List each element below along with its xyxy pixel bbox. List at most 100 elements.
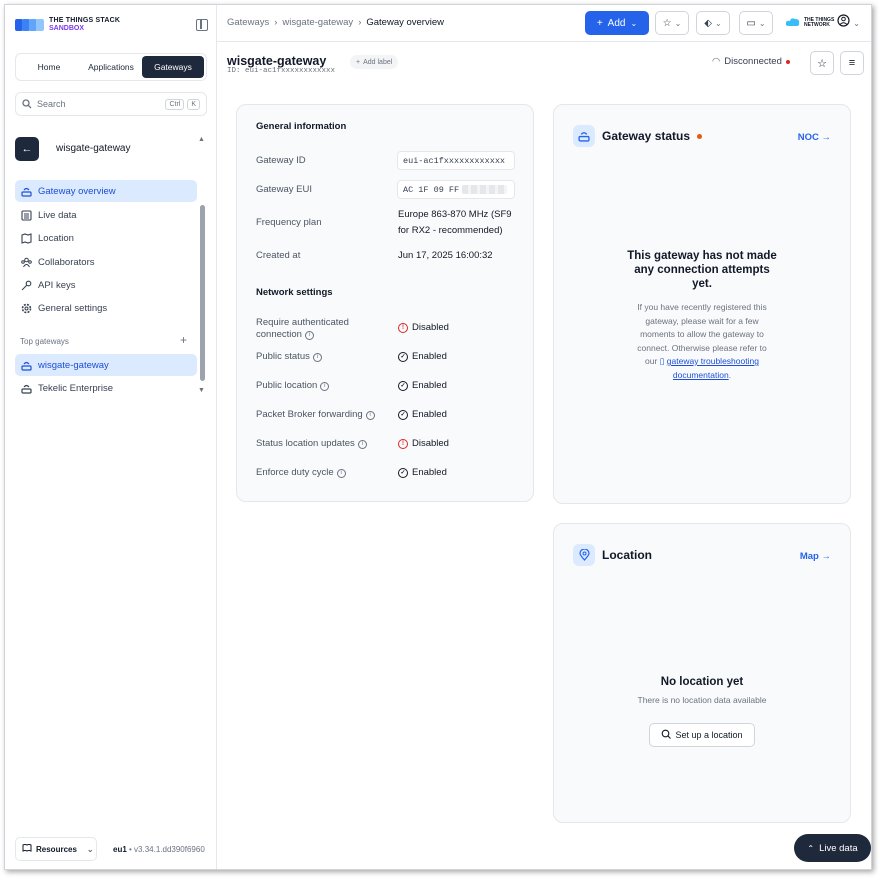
sidebar-item-live-data[interactable]: Live data xyxy=(15,204,197,226)
star-button[interactable]: ☆ xyxy=(810,51,834,75)
tab-applications[interactable]: Applications xyxy=(80,56,142,78)
inbox-button[interactable]: ▭ ⌄ xyxy=(739,11,773,35)
sidebar-item-collaborators[interactable]: Collaborators xyxy=(15,251,197,273)
user-avatar-icon xyxy=(837,14,850,32)
general-info-title: General information xyxy=(256,121,347,132)
search-input[interactable]: Search Ctrl K xyxy=(15,92,207,116)
general-info-card: General information Gateway ID eui-ac1fx… xyxy=(236,104,534,502)
version-label: v3.34.1.dd390f6960 xyxy=(134,845,205,854)
net-row-status: ✓ Enabled xyxy=(398,409,447,420)
no-location-title: No location yet xyxy=(660,676,744,688)
net-status-text: Enabled xyxy=(412,409,447,420)
gateway-id-value[interactable]: eui-ac1fxxxxxxxxxxxx xyxy=(397,151,515,170)
location-card: Location Map → No location yet There is … xyxy=(553,523,851,823)
add-label-button[interactable]: + Add label xyxy=(350,55,399,69)
sidebar-scrollbar[interactable] xyxy=(200,205,205,381)
sidebar-item-location[interactable]: Location xyxy=(15,227,197,249)
live-data-button[interactable]: ⌃ Live data xyxy=(794,834,871,862)
documentation-link[interactable]: documentation xyxy=(673,370,729,380)
created-at-label: Created at xyxy=(256,250,301,261)
sidebar-collapse-icon[interactable] xyxy=(196,19,208,31)
net-row-label: Public status i xyxy=(256,351,322,363)
help-line: gateway, please wait for a few xyxy=(645,315,759,326)
sidebar-item-general-settings[interactable]: General settings xyxy=(15,297,197,319)
menu-button[interactable]: ≡ xyxy=(840,51,864,75)
net-status-text: Enabled xyxy=(412,351,447,362)
add-top-gateway-icon[interactable]: + xyxy=(180,333,187,347)
sidebar-item-gateway-overview[interactable]: Gateway overview xyxy=(15,180,197,202)
top-bar: Gateways › wisgate-gateway › Gateway ove… xyxy=(217,5,871,42)
gateway-eui-value[interactable]: AC 1F 09 FF xyxy=(397,180,515,199)
network-settings-title: Network settings xyxy=(256,287,333,298)
kbd-k: K xyxy=(187,98,200,110)
chevron-down-icon: ⌄ xyxy=(853,18,860,28)
net-label-line2: connection xyxy=(256,329,302,340)
setup-location-button[interactable]: Set up a location xyxy=(649,723,755,747)
gateway-eui-text: AC 1F 09 FF xyxy=(403,184,460,195)
check-icon: ✓ xyxy=(398,467,408,478)
info-icon[interactable]: i xyxy=(357,439,367,449)
help-line: connect. Otherwise please refer to xyxy=(637,342,767,353)
scroll-up-icon[interactable]: ▲ xyxy=(198,136,205,143)
plus-icon: + xyxy=(356,58,361,66)
back-button[interactable]: ← xyxy=(15,137,39,161)
sidebar-item-api-keys[interactable]: API keys xyxy=(15,274,197,296)
location-search-icon xyxy=(661,729,672,741)
map-link[interactable]: Map → xyxy=(800,551,831,562)
sidebar-item-top-gateway[interactable]: Tekelic Enterprise xyxy=(15,377,197,399)
sidebar-item-label: API keys xyxy=(38,279,76,291)
chevron-right-icon: › xyxy=(274,17,278,28)
info-icon[interactable]: i xyxy=(320,381,330,391)
net-label-line1: Public location xyxy=(256,380,318,391)
troubleshooting-link[interactable]: gateway troubleshooting xyxy=(667,356,759,366)
key-icon xyxy=(21,280,32,291)
router-icon xyxy=(573,125,595,147)
map-icon xyxy=(21,232,32,244)
info-icon[interactable]: i xyxy=(304,330,314,340)
frequency-plan-value: Europe 863-870 MHz (SF9 for RX2 - recomme… xyxy=(398,207,512,239)
gateway-status-header: Gateway status xyxy=(573,125,703,147)
net-label-line1: Packet Broker forwarding xyxy=(256,409,363,420)
help-line: If you have recently registered this xyxy=(637,302,767,312)
sidebar-item-label: Collaborators xyxy=(38,256,95,268)
tab-home[interactable]: Home xyxy=(18,56,80,78)
chevron-up-icon: ⌃ xyxy=(807,843,815,853)
info-icon[interactable]: i xyxy=(336,468,346,478)
net-row-label: Packet Broker forwarding i xyxy=(256,409,375,421)
info-icon[interactable]: i xyxy=(312,352,322,362)
resources-label: Resources xyxy=(36,844,77,854)
sidebar-item-label: Tekelic Enterprise xyxy=(38,382,113,394)
sidebar-item-label: Location xyxy=(38,232,74,244)
resources-button[interactable]: Resources ⌄ xyxy=(15,837,97,861)
tags-button[interactable]: ⬖ ⌄ xyxy=(696,11,730,35)
search-icon xyxy=(22,99,32,109)
breadcrumb-gateways[interactable]: Gateways xyxy=(227,17,269,28)
router-icon xyxy=(21,360,32,371)
redacted-block xyxy=(462,185,508,194)
net-label-line1: Status location updates xyxy=(256,438,355,449)
tab-gateways[interactable]: Gateways xyxy=(142,56,204,78)
brand-logo[interactable]: THE THINGS STACK SANDBOX xyxy=(15,17,120,33)
live-data-label: Live data xyxy=(819,842,858,854)
net-row-label: Enforce duty cycle i xyxy=(256,467,346,479)
sidebar-item-top-gateway[interactable]: wisgate-gateway xyxy=(15,354,197,376)
info-icon[interactable]: i xyxy=(365,410,375,420)
add-button[interactable]: + Add ⌄ xyxy=(585,11,649,35)
connection-status: ◠ Disconnected xyxy=(712,56,790,67)
location-header: Location xyxy=(573,544,652,566)
net-label-line1: Enforce duty cycle xyxy=(256,467,334,478)
users-icon xyxy=(21,257,32,268)
no-location-subtitle: There is no location data available xyxy=(637,695,767,705)
cloud-icon xyxy=(785,14,801,32)
hamburger-icon: ≡ xyxy=(848,57,856,69)
bookmarks-button[interactable]: ☆ ⌄ xyxy=(655,11,689,35)
net-row-status: ! Disabled xyxy=(398,322,449,333)
noc-link[interactable]: NOC → xyxy=(798,132,831,143)
breadcrumb-gateway[interactable]: wisgate-gateway xyxy=(282,17,353,28)
help-prefix: our xyxy=(645,356,658,366)
scroll-down-icon[interactable]: ▼ xyxy=(198,387,205,394)
account-menu[interactable]: THE THINGS NETWORK ⌄ xyxy=(785,11,867,35)
chevron-down-icon: ⌄ xyxy=(674,18,682,28)
alert-icon: ! xyxy=(398,438,408,449)
main-tabs: Home Applications Gateways xyxy=(15,53,207,81)
